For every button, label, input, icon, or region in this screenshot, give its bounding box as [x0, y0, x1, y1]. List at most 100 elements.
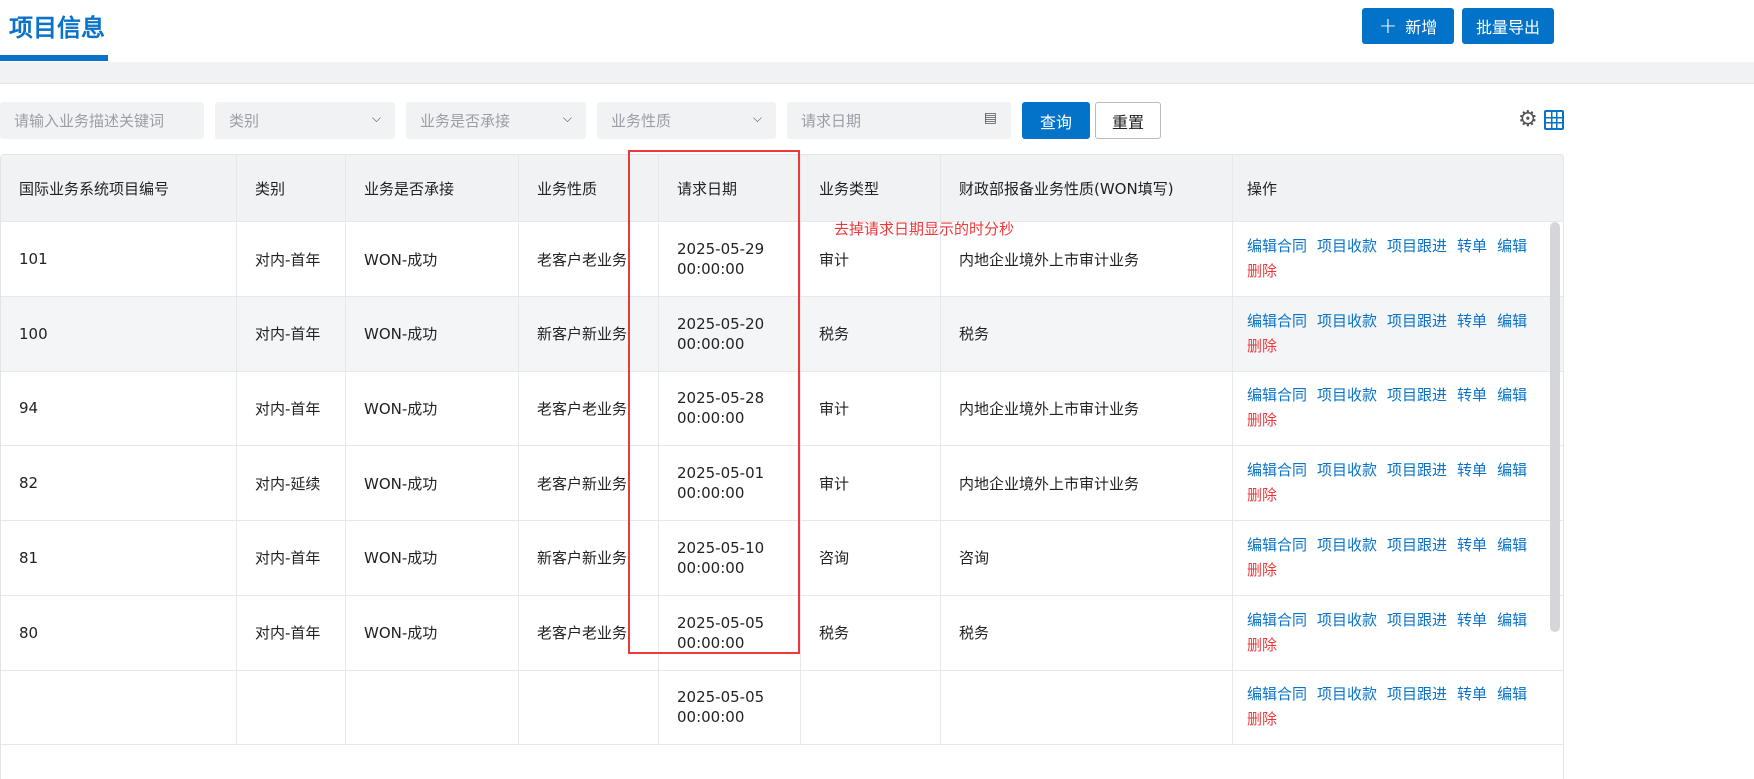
cell-category	[237, 670, 346, 745]
col-header[interactable]: 国际业务系统项目编号	[1, 155, 237, 221]
category-select[interactable]: 类别 ⌵	[215, 102, 395, 139]
nature-text: 老客户老业务	[537, 250, 628, 269]
edit-contract-link[interactable]: 编辑合同	[1247, 533, 1307, 558]
collection-link[interactable]: 项目收款	[1317, 383, 1377, 408]
edit-link[interactable]: 编辑	[1497, 608, 1527, 633]
cell-project-id: 80	[1, 595, 237, 670]
vertical-scrollbar[interactable]	[1550, 222, 1560, 632]
cell-undertaken: WON-成功	[346, 222, 519, 296]
follow-link[interactable]: 项目跟进	[1387, 383, 1447, 408]
settings-gear-icon[interactable]: ⚙	[1518, 107, 1538, 132]
delete-link[interactable]: 删除	[1247, 633, 1563, 658]
follow-link[interactable]: 项目跟进	[1387, 458, 1447, 483]
edit-link[interactable]: 编辑	[1497, 234, 1527, 259]
cell-undertaken	[346, 670, 519, 745]
collection-link[interactable]: 项目收款	[1317, 533, 1377, 558]
keyword-input[interactable]: 请输入业务描述关键词	[0, 102, 204, 139]
edit-contract-link[interactable]: 编辑合同	[1247, 608, 1307, 633]
cell-actions: 编辑合同 项目收款 项目跟进 转单 编辑 删除	[1233, 371, 1563, 445]
col-header[interactable]: 业务类型	[801, 155, 941, 221]
cell-category: 对内-首年	[237, 296, 346, 371]
category-text: 对内-首年	[255, 250, 321, 269]
transfer-link[interactable]: 转单	[1457, 458, 1487, 483]
date-picker[interactable]: 请求日期 ▤	[787, 102, 1011, 139]
edit-contract-link[interactable]: 编辑合同	[1247, 682, 1307, 707]
calendar-icon: ▤	[983, 110, 997, 126]
batch-export-button[interactable]: 批量导出	[1462, 8, 1554, 44]
category-text: 对内-首年	[255, 624, 321, 642]
won-nature-text: 内地企业境外上市审计业务	[959, 474, 1140, 493]
transfer-link[interactable]: 转单	[1457, 383, 1487, 408]
annotation-box	[628, 150, 800, 654]
transfer-link[interactable]: 转单	[1457, 234, 1487, 259]
follow-link[interactable]: 项目跟进	[1387, 682, 1447, 707]
transfer-link[interactable]: 转单	[1457, 682, 1487, 707]
nature-text: 老客户老业务	[537, 624, 628, 642]
cell-business-type: 咨询	[801, 520, 941, 595]
col-header[interactable]: 类别	[237, 155, 346, 221]
query-button[interactable]: 查询	[1022, 102, 1090, 139]
delete-link[interactable]: 删除	[1247, 483, 1563, 508]
add-label: 新增	[1405, 18, 1438, 37]
edit-link[interactable]: 编辑	[1497, 458, 1527, 483]
cell-undertaken: WON-成功	[346, 595, 519, 670]
col-header[interactable]: 业务是否承接	[346, 155, 519, 221]
edit-link[interactable]: 编辑	[1497, 383, 1527, 408]
cell-actions: 编辑合同 项目收款 项目跟进 转单 编辑 删除	[1233, 297, 1563, 371]
category-text: 对内-首年	[255, 549, 321, 568]
follow-link[interactable]: 项目跟进	[1387, 608, 1447, 633]
collection-link[interactable]: 项目收款	[1317, 682, 1377, 707]
project-id-text: 94	[19, 399, 39, 418]
nature-select[interactable]: 业务性质 ⌵	[597, 102, 776, 139]
cell-category: 对内-首年	[237, 371, 346, 446]
undertaken-label: 业务是否承接	[420, 112, 511, 130]
follow-link[interactable]: 项目跟进	[1387, 309, 1447, 334]
chevron-down-icon: ⌵	[562, 111, 572, 125]
cell-won-nature	[941, 670, 1233, 745]
cell-business-type: 税务	[801, 595, 941, 670]
project-id-text: 81	[19, 548, 39, 567]
undertaken-select[interactable]: 业务是否承接 ⌵	[406, 102, 586, 139]
edit-contract-link[interactable]: 编辑合同	[1247, 309, 1307, 334]
delete-link[interactable]: 删除	[1247, 707, 1563, 732]
transfer-link[interactable]: 转单	[1457, 608, 1487, 633]
edit-link[interactable]: 编辑	[1497, 533, 1527, 558]
col-header[interactable]: 操作	[1233, 155, 1563, 221]
won-nature-text: 税务	[959, 325, 990, 344]
edit-contract-link[interactable]: 编辑合同	[1247, 383, 1307, 408]
undertaken-text: WON-成功	[364, 624, 438, 642]
cell-undertaken: WON-成功	[346, 446, 519, 521]
delete-link[interactable]: 删除	[1247, 259, 1563, 284]
delete-link[interactable]: 删除	[1247, 408, 1563, 433]
cell-undertaken: WON-成功	[346, 296, 519, 371]
won-nature-text: 内地企业境外上市审计业务	[959, 250, 1140, 269]
collection-link[interactable]: 项目收款	[1317, 309, 1377, 334]
active-tab-indicator	[0, 55, 108, 61]
delete-link[interactable]: 删除	[1247, 558, 1563, 583]
nature-text: 新客户新业务	[537, 325, 628, 344]
collection-link[interactable]: 项目收款	[1317, 458, 1377, 483]
table-columns-icon[interactable]	[1544, 110, 1564, 130]
edit-link[interactable]: 编辑	[1497, 682, 1527, 707]
edit-contract-link[interactable]: 编辑合同	[1247, 234, 1307, 259]
collection-link[interactable]: 项目收款	[1317, 234, 1377, 259]
collection-link[interactable]: 项目收款	[1317, 608, 1377, 633]
reset-button[interactable]: 重置	[1095, 102, 1161, 139]
col-header[interactable]: 财政部报备业务性质(WON填写)	[941, 155, 1233, 221]
undertaken-text: WON-成功	[364, 325, 438, 344]
business-type-text: 审计	[819, 474, 850, 493]
add-button[interactable]: + 新增	[1362, 8, 1454, 44]
cell-won-nature: 咨询	[941, 520, 1233, 595]
follow-link[interactable]: 项目跟进	[1387, 234, 1447, 259]
category-label: 类别	[229, 112, 260, 130]
transfer-link[interactable]: 转单	[1457, 309, 1487, 334]
transfer-link[interactable]: 转单	[1457, 533, 1487, 558]
edit-contract-link[interactable]: 编辑合同	[1247, 458, 1307, 483]
cell-won-nature: 税务	[941, 595, 1233, 670]
nature-text: 老客户新业务	[537, 474, 628, 493]
follow-link[interactable]: 项目跟进	[1387, 533, 1447, 558]
delete-link[interactable]: 删除	[1247, 334, 1563, 359]
page-title: 项目信息	[9, 14, 105, 42]
edit-link[interactable]: 编辑	[1497, 309, 1527, 334]
business-type-text: 咨询	[819, 549, 850, 568]
